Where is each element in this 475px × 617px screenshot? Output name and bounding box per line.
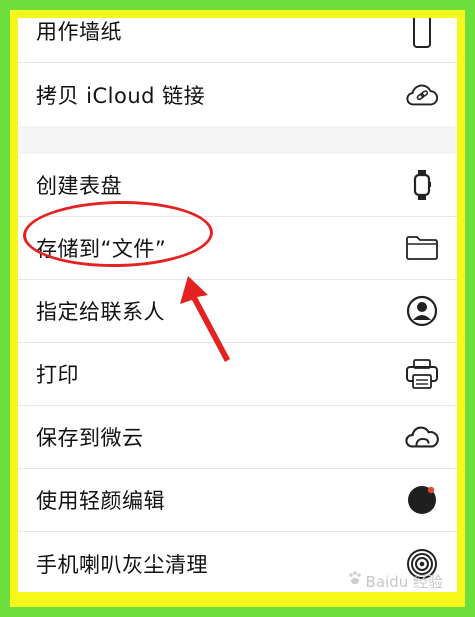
menu-item-copy-icloud-link[interactable]: 拷贝 iCloud 链接	[18, 63, 457, 126]
icloud-link-icon	[405, 78, 439, 112]
menu-item-label: 使用轻颜编辑	[36, 489, 165, 513]
menu-item-label: 拷贝 iCloud 链接	[36, 83, 206, 108]
weiyun-icon	[405, 420, 439, 454]
menu-item-label: 打印	[36, 363, 79, 387]
menu-group-top: 用作墙纸 拷贝 iCloud 链接	[18, 18, 457, 126]
printer-icon	[405, 357, 439, 391]
record-dot-icon	[405, 483, 439, 517]
menu-item-save-to-weiyun[interactable]: 保存到微云	[18, 406, 457, 469]
baidu-paw-icon	[347, 570, 363, 590]
menu-item-label: 保存到微云	[36, 426, 144, 450]
pointer-arrow-icon	[180, 276, 230, 362]
folder-icon	[405, 231, 439, 265]
menu-item-use-as-wallpaper[interactable]: 用作墙纸	[18, 18, 457, 63]
contact-icon	[405, 294, 439, 328]
watermark: Baidu 经验	[365, 573, 443, 591]
menu-item-label: 手机喇叭灰尘清理	[36, 552, 208, 577]
menu-item-edit-with-qingyan[interactable]: 使用轻颜编辑	[18, 469, 457, 532]
menu-item-label: 用作墙纸	[36, 20, 122, 44]
menu-item-label: 创建表盘	[36, 174, 122, 198]
menu-item-label: 指定给联系人	[36, 300, 165, 324]
watch-icon	[405, 168, 439, 202]
phone-outline-icon	[405, 18, 439, 48]
